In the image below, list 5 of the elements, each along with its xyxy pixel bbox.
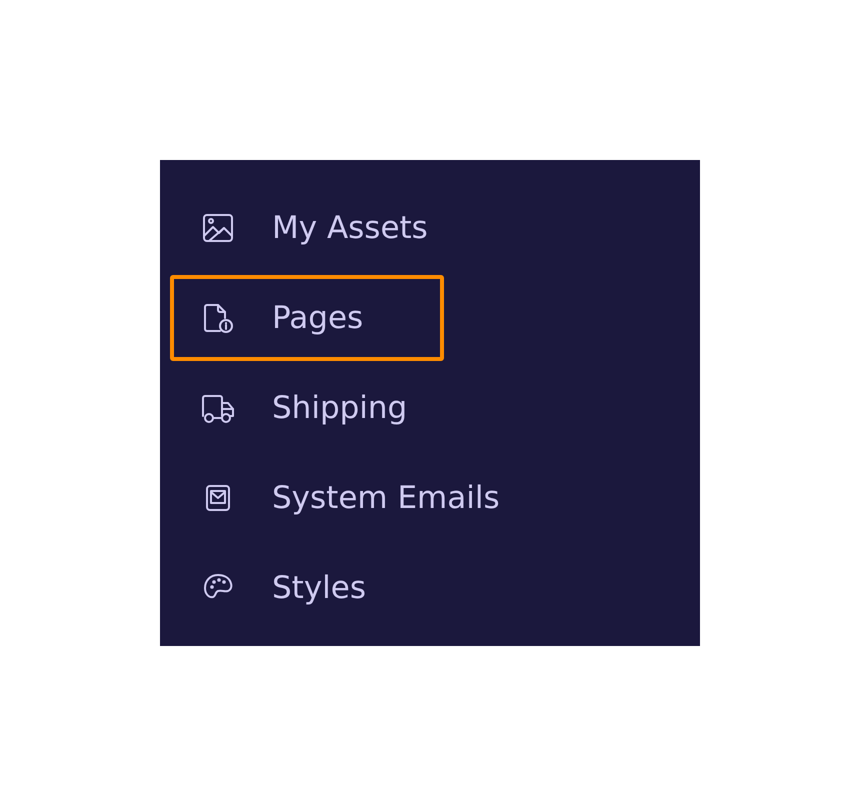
sidebar-item[interactable]: System Emails [170,455,504,541]
sidebar-item[interactable]: My Assets [170,185,444,271]
sidebar-item[interactable]: Styles [170,545,444,631]
sidebar-item[interactable]: Pages [170,275,444,361]
sidebar-item[interactable]: Shipping [170,365,444,451]
